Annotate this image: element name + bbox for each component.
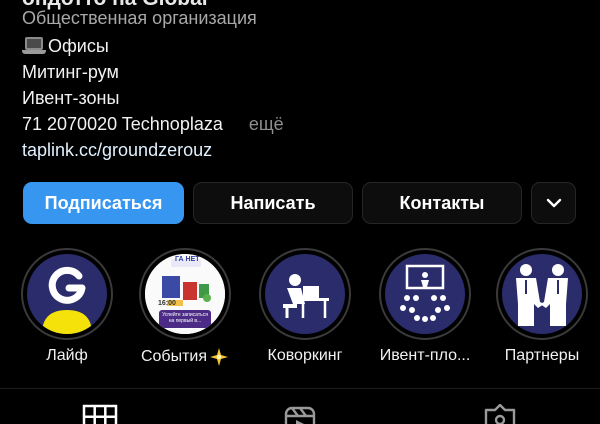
- highlight-label: Лайф: [46, 347, 88, 364]
- coworking-icon: [283, 274, 329, 318]
- tab-divider: [0, 388, 600, 389]
- events-poster-date: 16:00: [158, 300, 176, 307]
- highlight-event-space[interactable]: Ивент-пло...: [377, 248, 473, 365]
- g-logo-icon: [42, 266, 92, 334]
- bio-line-meeting: Митинг-рум: [22, 62, 119, 82]
- message-button[interactable]: Написать: [193, 182, 353, 224]
- highlight-ring: ГА НЕТ 16:00 Успейте записаться на первы…: [139, 248, 231, 340]
- highlight-cover: [385, 254, 465, 334]
- events-poster-title: ГА НЕТ: [175, 256, 200, 263]
- bio-more-link[interactable]: ещё: [249, 111, 284, 137]
- chevron-down-icon: [546, 198, 561, 208]
- reels-icon[interactable]: [282, 404, 318, 424]
- highlight-life[interactable]: Лайф: [19, 248, 115, 365]
- bio-website-link[interactable]: taplink.cc/groundzerouz: [22, 137, 284, 163]
- highlight-label-row: События: [137, 347, 233, 367]
- highlight-events[interactable]: ГА НЕТ 16:00 Успейте записаться на первы…: [137, 248, 233, 367]
- sparkle-star-icon: [210, 348, 229, 366]
- grid-icon[interactable]: [82, 404, 118, 424]
- highlight-ring: [496, 248, 588, 340]
- handshake-icon: [516, 264, 568, 326]
- laptop-icon: [22, 37, 46, 55]
- event-hall-icon: [400, 264, 450, 322]
- bio-line-contact: 71 2070020 Technoplaza ещё: [22, 111, 284, 137]
- highlight-cover: [502, 254, 582, 334]
- profile-bio: Офисы Митинг-рум Ивент-зоны 71 2070020 T…: [22, 33, 284, 163]
- bio-phone-address: 71 2070020 Technoplaza: [22, 114, 223, 134]
- highlight-ring: [259, 248, 351, 340]
- profile-category: Общественная организация: [22, 8, 257, 28]
- highlight-cover: [27, 254, 107, 334]
- follow-button[interactable]: Подписаться: [23, 182, 184, 224]
- contacts-button[interactable]: Контакты: [362, 182, 522, 224]
- bio-text-offices: Офисы: [48, 36, 109, 56]
- highlight-label: События: [140, 348, 208, 365]
- highlight-coworking[interactable]: Коворкинг: [257, 248, 353, 365]
- highlight-label: Партнеры: [504, 347, 580, 364]
- suggestions-dropdown-button[interactable]: [531, 182, 576, 224]
- highlight-partners[interactable]: Партнеры: [494, 248, 590, 365]
- bio-line-events: Ивент-зоны: [22, 88, 120, 108]
- tagged-user-icon[interactable]: [482, 404, 518, 424]
- highlight-cover: [265, 254, 345, 334]
- highlight-label: Ивент-пло...: [379, 347, 471, 364]
- events-poster-cta: Успейте записаться на первый в...: [162, 312, 208, 324]
- highlight-ring: [21, 248, 113, 340]
- highlight-cover: ГА НЕТ 16:00 Успейте записаться на первы…: [145, 254, 225, 334]
- highlight-ring: [379, 248, 471, 340]
- highlight-label: Коворкинг: [267, 347, 343, 364]
- bio-line-offices: Офисы: [22, 33, 284, 59]
